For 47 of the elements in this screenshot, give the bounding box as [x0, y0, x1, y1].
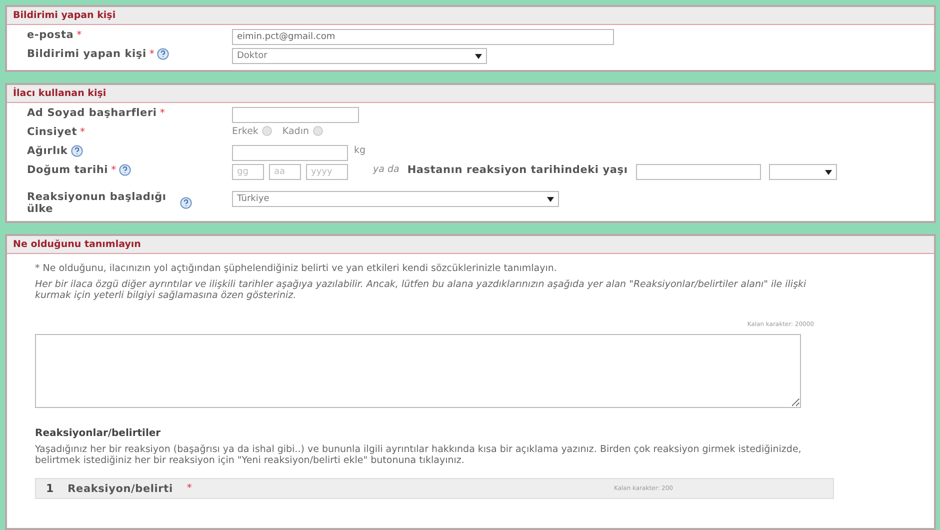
field-label: Cinsiyet: [27, 126, 78, 138]
reporter-select[interactable]: Doktor: [232, 48, 487, 64]
field-label: Ad Soyad başharfleri: [27, 107, 157, 119]
field-label: Hastanın reaksiyon tarihindeki yaşı: [407, 164, 628, 176]
field-label: Doğum tarihi: [27, 164, 108, 176]
radio-label: Erkek: [232, 126, 258, 137]
subsection-title: Reaksiyonlar/belirtiler: [35, 428, 162, 440]
country-select[interactable]: Türkiye: [232, 191, 559, 207]
age-unit-select[interactable]: [768, 164, 837, 180]
field-label: e-posta: [27, 29, 74, 41]
field-label: Reaksiyonun başladığı ülke: [27, 191, 168, 215]
help-icon[interactable]: [180, 197, 192, 209]
radio-button[interactable]: [262, 126, 272, 136]
caret-icon: [475, 54, 482, 58]
or-text: ya da: [373, 164, 400, 175]
field-label: Reaksiyon/belirti: [68, 482, 173, 495]
required-mark: *: [76, 30, 82, 40]
help-icon[interactable]: [157, 48, 170, 60]
caret-icon: [547, 196, 554, 202]
weight-field[interactable]: [232, 145, 348, 161]
instruction-text: * Ne olduğunu, ilacınızın yol açtığından şüphelendiğiniz belirti ve yan etkileri kendi sözcüklerinizle tanımlayın.: [35, 264, 558, 274]
caret-icon: [824, 170, 832, 174]
date-field[interactable]: yyyy: [306, 164, 348, 180]
radio-label: Kadın: [282, 126, 309, 137]
required-mark: *: [160, 108, 165, 118]
note-text: Her bir ilaca özgü diğer ayrıntılar ve ilişkili tarihler aşağıya yazılabilir. Ancak, lütfen bu alana yazdıklarınızın aşağıda yer alan "Reaksiyonlar/belirtiler alanı" ile ilişki kurmak için yeterli bilgiyi sağlamasına özen gösteriniz.: [35, 280, 808, 302]
section-title: İlacı kullanan kişi: [7, 85, 934, 103]
reaction-number: 1: [46, 482, 54, 496]
date-field[interactable]: aa: [269, 164, 301, 180]
field-label: Bildirimi yapan kişi: [27, 48, 146, 60]
help-icon[interactable]: [119, 164, 132, 176]
required-mark: *: [80, 126, 86, 138]
unit-label: kg: [354, 145, 366, 156]
required-mark: *: [186, 483, 192, 494]
email-field[interactable]: eimin.pct@gmail.com: [232, 29, 614, 45]
section-title: Bildirimi yapan kişi: [7, 7, 934, 25]
help-icon[interactable]: [70, 145, 83, 157]
required-mark: *: [111, 164, 116, 176]
required-mark: *: [149, 48, 154, 60]
description-field[interactable]: [35, 334, 801, 408]
instruction-text: Yaşadığınız her bir reaksiyon (başağrısı ya da ishal gibi..) ve bununla ilgili ayrıntılar hakkında kısa bir açıklama yazınız. Birden çok reaksiyon girmek istediğinizde, belirtmek istediğiniz her bir reaksiyon için "Yeni reaksiyon/belirti ekle" butonuna tıklayınız.: [35, 445, 802, 466]
field-label: Ağırlık: [27, 145, 68, 157]
radio-button[interactable]: [313, 126, 323, 136]
initials-field[interactable]: [232, 107, 359, 123]
age-field[interactable]: [636, 164, 761, 180]
section-title: Ne olduğunu tanımlayın: [7, 236, 934, 254]
date-field[interactable]: gg: [232, 164, 264, 180]
